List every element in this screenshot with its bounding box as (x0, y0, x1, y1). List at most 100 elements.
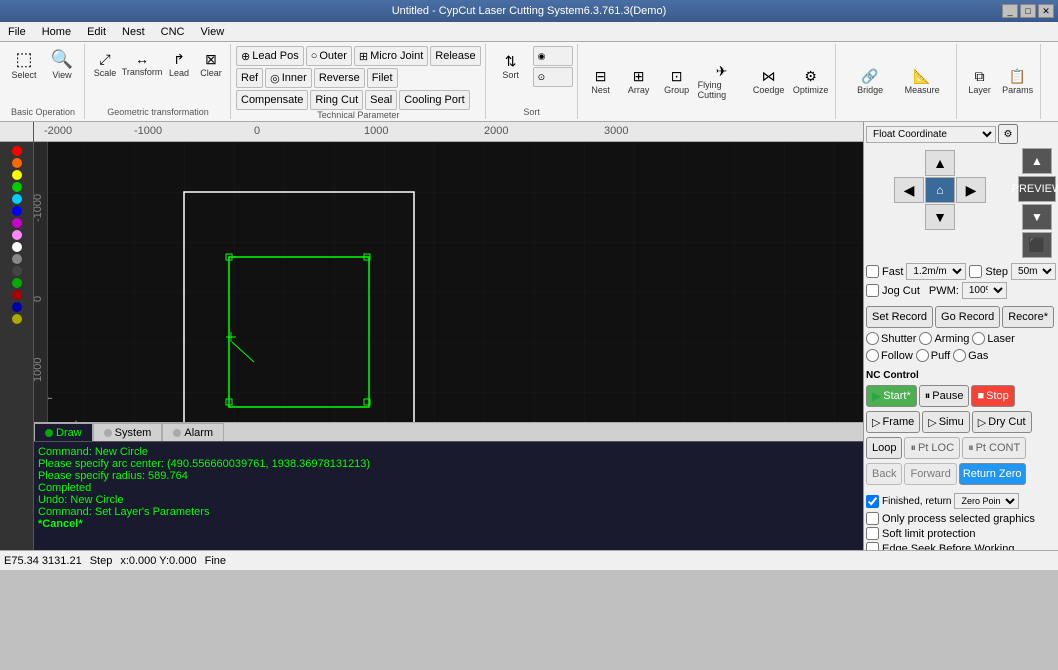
coedge-button[interactable]: ⋈ Coedge (749, 64, 789, 100)
step-checkbox[interactable] (969, 265, 982, 278)
menu-edit[interactable]: Edit (79, 22, 114, 41)
layer-dot-blue[interactable] (12, 206, 22, 216)
layer-dot-darkred[interactable] (12, 290, 22, 300)
nav-z-down-button[interactable]: ▼ (1022, 204, 1052, 230)
go-record-button[interactable]: Go Record (935, 306, 1000, 328)
stop-button[interactable]: ■ Stop (971, 385, 1014, 407)
lead-button[interactable]: ↱ Lead (164, 46, 194, 82)
coord-settings-button[interactable]: ⚙ (998, 124, 1018, 144)
inner-button[interactable]: ◎ Inner (265, 68, 312, 88)
ref-button[interactable]: Ref (236, 68, 263, 88)
menu-cnc[interactable]: CNC (153, 22, 193, 41)
menu-nest[interactable]: Nest (114, 22, 153, 41)
reverse-button[interactable]: Reverse (314, 68, 365, 88)
seal-button[interactable]: Seal (365, 90, 397, 110)
frame-button[interactable]: ▷ Frame (866, 411, 920, 433)
simu-button[interactable]: ▷ Simu (922, 411, 970, 433)
params-button[interactable]: 📋 Params (1000, 64, 1036, 100)
preview-button[interactable]: PREVIEW (1018, 176, 1056, 202)
coord-select[interactable]: Float Coordinate Machine Coordinate Work… (866, 126, 996, 143)
layer-dot-cyan[interactable] (12, 194, 22, 204)
sort-option2[interactable]: ⊙ (533, 67, 573, 87)
layer-dot-gray[interactable] (12, 254, 22, 264)
pt-cont-button[interactable]: ⏸ Pt CONT (962, 437, 1026, 459)
back-button[interactable]: Back (866, 463, 902, 485)
minimize-button[interactable]: _ (1002, 4, 1018, 18)
clear-button[interactable]: ⊠ Clear (196, 46, 226, 82)
menu-home[interactable]: Home (34, 22, 79, 41)
sort-option1[interactable]: ◉ (533, 46, 573, 66)
transform-button[interactable]: ↔ Transform (122, 46, 162, 82)
sort-button[interactable]: ⇅ Sort (491, 49, 531, 85)
release-button[interactable]: Release (430, 46, 480, 66)
puff-radio[interactable] (916, 349, 929, 362)
tab-draw[interactable]: Draw (34, 423, 93, 441)
edge-seek-checkbox[interactable] (866, 542, 879, 550)
soft-limit-checkbox[interactable] (866, 527, 879, 540)
layer-dot-green[interactable] (12, 182, 22, 192)
laser-radio[interactable] (972, 332, 985, 345)
nav-home-button[interactable]: ⌂ (925, 177, 955, 203)
measure-button[interactable]: 📐 Measure (897, 64, 947, 100)
outer-button[interactable]: ○ Outer (306, 46, 352, 66)
layer-dot-red[interactable] (12, 146, 22, 156)
lead-pos-button[interactable]: ⊕ Lead Pos (236, 46, 304, 66)
compensate-button[interactable]: Compensate (236, 90, 308, 110)
arming-radio[interactable] (919, 332, 932, 345)
layer-dot-darkgreen[interactable] (12, 278, 22, 288)
layer-dot-yellow[interactable] (12, 170, 22, 180)
optimize-button[interactable]: ⚙ Optimize (791, 64, 831, 100)
layer-dot-olive[interactable] (12, 314, 22, 324)
menu-file[interactable]: File (0, 22, 34, 41)
filet-button[interactable]: Filet (367, 68, 398, 88)
pwm-select[interactable]: 100% (962, 282, 1007, 299)
return-zero-button[interactable]: Return Zero (959, 463, 1026, 485)
layer-dot-purple[interactable] (12, 218, 22, 228)
nav-right-button[interactable]: ▶ (956, 177, 986, 203)
nav-down-button[interactable]: ▼ (925, 204, 955, 230)
recore-button[interactable]: Recore* (1002, 306, 1054, 328)
only-selected-checkbox[interactable] (866, 512, 879, 525)
pt-loc-button[interactable]: ⏸ Pt LOC (904, 437, 960, 459)
group-button[interactable]: ⊡ Group (659, 64, 695, 100)
nav-left-button[interactable]: ◀ (894, 177, 924, 203)
start-button[interactable]: ▶ Start* (866, 385, 917, 407)
layer-dot-white[interactable] (12, 242, 22, 252)
nest-button[interactable]: ⊟ Nest (583, 64, 619, 100)
micro-joint-button[interactable]: ⊞ Micro Joint (354, 46, 428, 66)
follow-radio[interactable] (866, 349, 879, 362)
fast-checkbox[interactable] (866, 265, 879, 278)
layer-dot-pink[interactable] (12, 230, 22, 240)
nav-extra-button[interactable]: ⬛ (1022, 232, 1052, 258)
layer-dot-darkgray[interactable] (12, 266, 22, 276)
close-button[interactable]: ✕ (1038, 4, 1054, 18)
maximize-button[interactable]: □ (1020, 4, 1036, 18)
ring-cut-button[interactable]: Ring Cut (310, 90, 363, 110)
fast-select[interactable]: 1.2m/mi (906, 263, 966, 280)
zero-point-select[interactable]: Zero Point (954, 493, 1019, 509)
shutter-radio[interactable] (866, 332, 879, 345)
tab-alarm[interactable]: Alarm (162, 423, 224, 441)
view-button[interactable]: 🔍 View (44, 46, 80, 82)
dry-cut-button[interactable]: ▷ Dry Cut (972, 411, 1032, 433)
select-button[interactable]: ⬚ Select (6, 46, 42, 82)
finished-return-checkbox[interactable] (866, 495, 879, 508)
jog-cut-checkbox[interactable] (866, 284, 879, 297)
menu-view[interactable]: View (193, 22, 233, 41)
layer-dot-darkblue[interactable] (12, 302, 22, 312)
loop-button[interactable]: Loop (866, 437, 902, 459)
gas-radio[interactable] (953, 349, 966, 362)
step-select[interactable]: 50mm (1011, 263, 1056, 280)
layer-button[interactable]: ⧉ Layer (962, 64, 998, 100)
layer-dot-orange[interactable] (12, 158, 22, 168)
drawing-canvas[interactable]: Y X (34, 142, 863, 422)
array-button[interactable]: ⊞ Array (621, 64, 657, 100)
scale-button[interactable]: ⤢ Scale (90, 46, 120, 82)
pause-button[interactable]: ⏸ Pause (919, 385, 970, 407)
cooling-port-button[interactable]: Cooling Port (399, 90, 470, 110)
forward-button[interactable]: Forward (904, 463, 956, 485)
bridge-button[interactable]: 🔗 Bridge (845, 64, 895, 100)
set-record-button[interactable]: Set Record (866, 306, 933, 328)
tab-system[interactable]: System (93, 423, 163, 441)
nav-up-button[interactable]: ▲ (925, 150, 955, 176)
